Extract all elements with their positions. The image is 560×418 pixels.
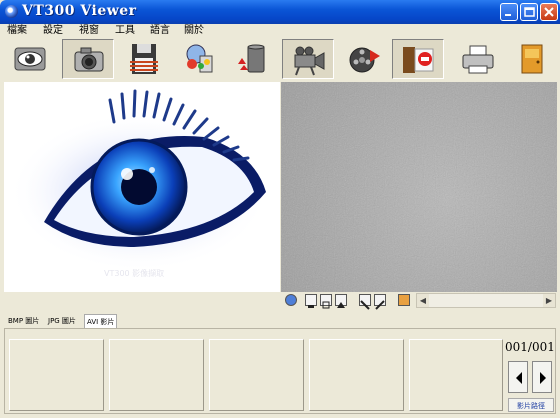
menu-settings[interactable]: 設定	[43, 24, 63, 38]
zoom-in-icon[interactable]	[359, 294, 371, 310]
globe-icon[interactable]	[285, 294, 297, 306]
thumbnail-slot[interactable]	[109, 339, 204, 411]
scroll-right-icon[interactable]: ▶	[543, 294, 555, 307]
stop-film-button[interactable]	[392, 39, 444, 79]
layout-3-icon[interactable]	[335, 294, 347, 308]
tab-avi[interactable]: AVI 影片	[84, 314, 118, 328]
exit-door-icon	[521, 44, 543, 74]
movie-camera-icon	[294, 46, 325, 76]
video-display-panel[interactable]	[281, 82, 557, 292]
eye-image	[9, 89, 269, 272]
tab-bmp[interactable]: BMP 圖片	[6, 314, 41, 328]
video-noise	[281, 82, 557, 292]
triangle-right-icon	[540, 372, 546, 384]
save-button[interactable]	[118, 39, 170, 79]
print-button[interactable]	[452, 39, 504, 79]
toolbar	[0, 38, 560, 82]
exit-button[interactable]	[506, 39, 558, 79]
horizontal-scrollbar[interactable]: ◀ ▶	[416, 293, 556, 308]
video-path-button[interactable]: 影片路徑	[508, 398, 554, 412]
page-counter: 001/001	[505, 340, 555, 354]
play-film-button[interactable]	[340, 39, 392, 79]
film-stop-icon	[403, 47, 434, 73]
thumbnail-slot[interactable]	[409, 339, 503, 411]
eye-view-icon	[14, 47, 46, 71]
triangle-left-icon	[516, 372, 522, 384]
menu-about[interactable]: 關於	[184, 24, 204, 38]
view-button[interactable]	[4, 39, 56, 79]
color-palette-icon	[186, 44, 213, 73]
recycle-bin-icon	[238, 44, 265, 73]
thumbnail-slot[interactable]	[309, 339, 404, 411]
capture-photo-button[interactable]	[62, 39, 114, 79]
tab-jpg[interactable]: JPG 圖片	[46, 314, 78, 328]
maximize-button[interactable]	[520, 3, 538, 21]
printer-icon	[462, 45, 494, 74]
floppy-disk-icon	[130, 44, 158, 74]
title-bar[interactable]: VT300 Viewer	[0, 0, 560, 24]
zoom-out-icon[interactable]	[374, 294, 386, 310]
snapshot-icon[interactable]	[398, 294, 410, 306]
menu-bar: 檔案 設定 視窗 工具 語言 關於	[0, 24, 560, 38]
thumbnail-slot[interactable]	[209, 339, 304, 411]
film-record-icon	[349, 47, 380, 73]
camera-icon	[74, 47, 104, 72]
main-window: VT300 Viewer 檔案 設定 視窗 工具 語言 關於 VT300 影像擷…	[0, 0, 560, 418]
next-page-button[interactable]	[532, 361, 552, 393]
preview-caption: VT300 影像擷取	[104, 269, 165, 278]
layout-2-icon[interactable]	[320, 294, 332, 309]
scroll-left-icon[interactable]: ◀	[417, 294, 429, 307]
layout-1-icon[interactable]	[305, 294, 317, 308]
thumbnail-slot[interactable]	[9, 339, 104, 411]
menu-file[interactable]: 檔案	[7, 24, 27, 38]
window-title: VT300 Viewer	[22, 3, 137, 19]
thumbnail-panel	[4, 328, 556, 414]
app-eye-icon	[5, 5, 18, 18]
close-button[interactable]	[540, 3, 558, 21]
menu-tools[interactable]: 工具	[115, 24, 135, 38]
prev-page-button[interactable]	[508, 361, 528, 393]
delete-button[interactable]	[226, 39, 278, 79]
minimize-button[interactable]	[500, 3, 518, 21]
record-video-button[interactable]	[282, 39, 334, 79]
display-settings-button[interactable]	[174, 39, 226, 79]
menu-window[interactable]: 視窗	[79, 24, 99, 38]
menu-language[interactable]: 語言	[150, 24, 170, 38]
image-preview-panel[interactable]: VT300 影像擷取	[4, 82, 280, 292]
